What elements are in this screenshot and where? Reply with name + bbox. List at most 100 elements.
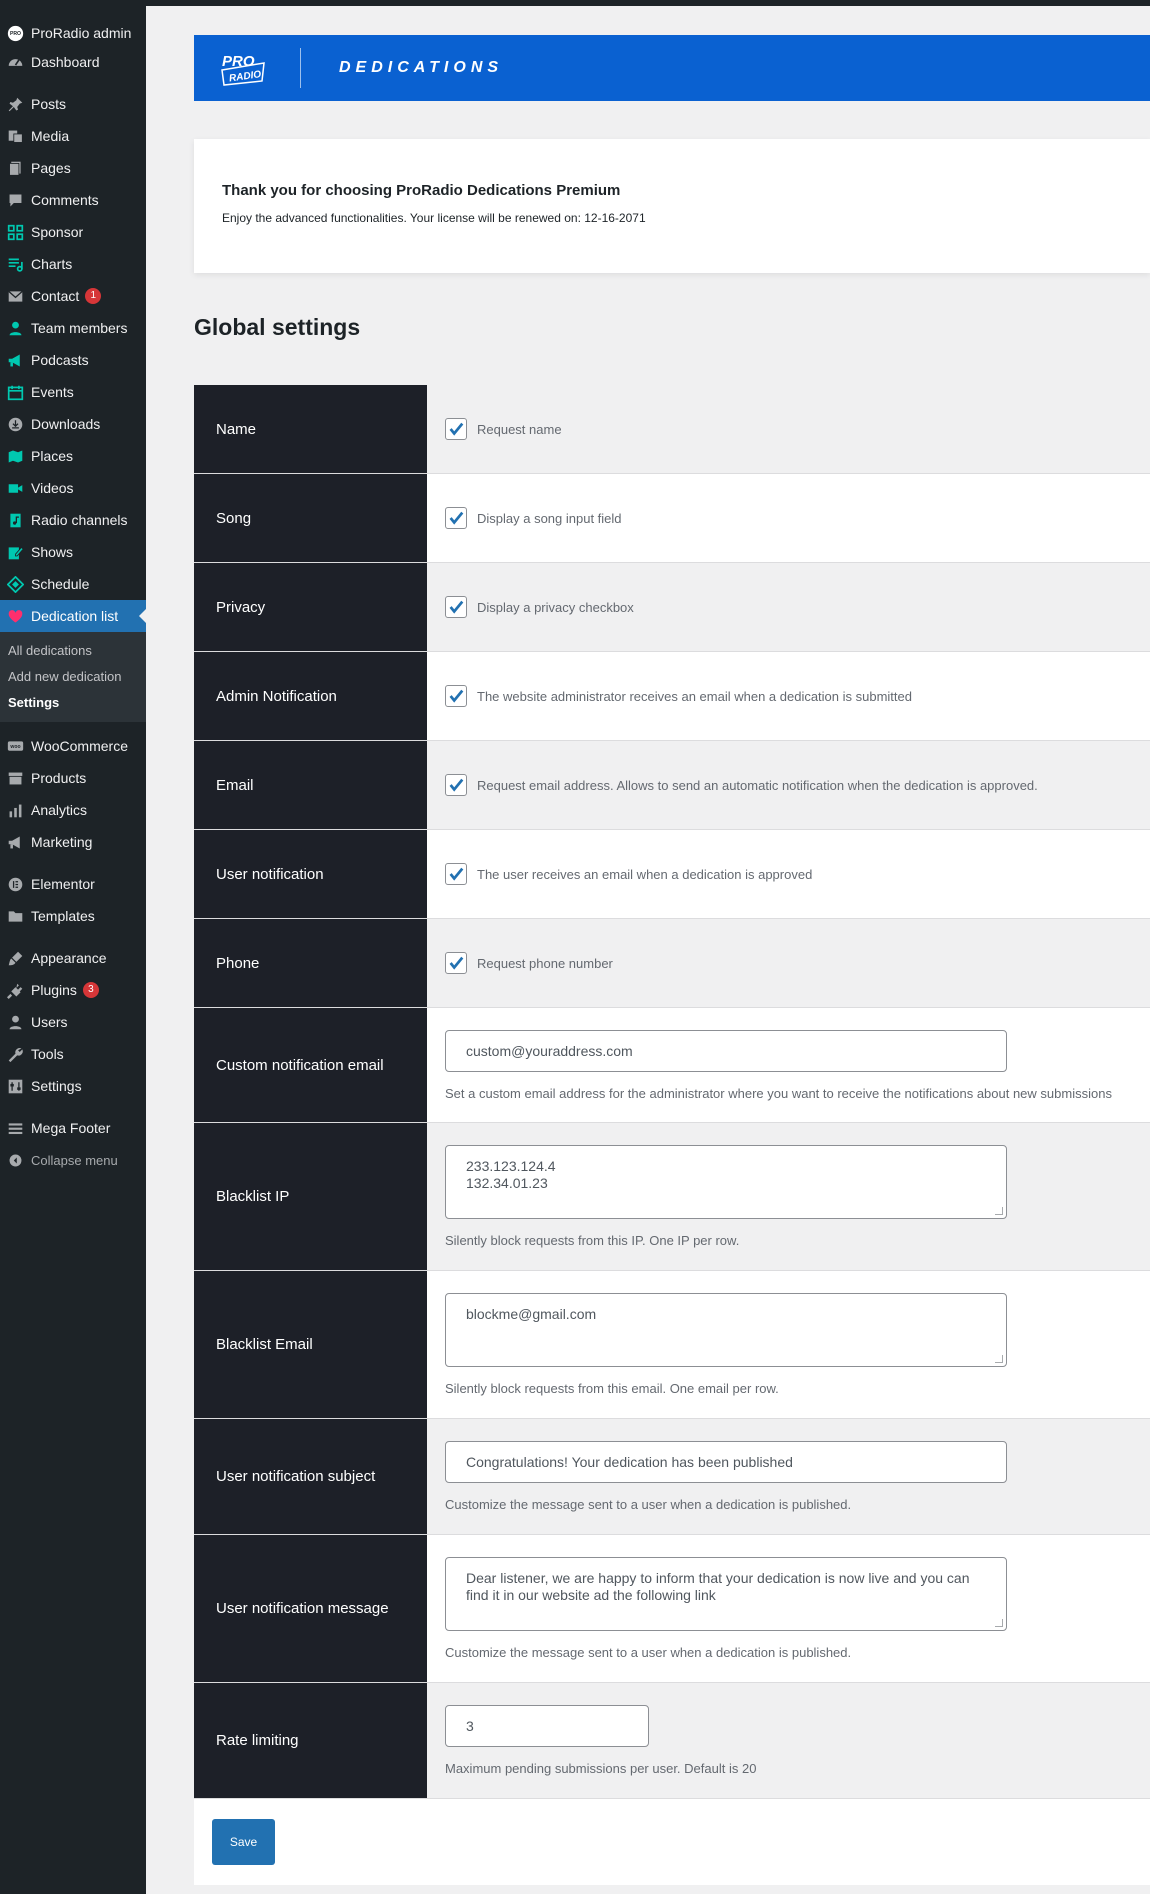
blacklist-email-textarea[interactable]: blockme@gmail.com [445, 1293, 1007, 1367]
sidebar-item-tools[interactable]: Tools [0, 1038, 146, 1070]
sidebar-item-label: Charts [31, 256, 73, 272]
email-checkbox[interactable] [445, 774, 467, 796]
megaphone-icon [6, 351, 24, 369]
map-icon [6, 447, 24, 465]
sidebar-item-label: Team members [31, 320, 128, 336]
collapse-menu-button[interactable]: Collapse menu [0, 1144, 146, 1176]
privacy-checkbox[interactable] [445, 596, 467, 618]
admin-notification-checkbox[interactable] [445, 685, 467, 707]
sidebar-item-label: Places [31, 448, 74, 464]
sidebar-item-plugins[interactable]: Plugins 3 [0, 974, 146, 1006]
sidebar-item-radio-channels[interactable]: Radio channels [0, 504, 146, 536]
setting-row-song: Song Display a song input field [194, 474, 1150, 563]
sidebar-item-posts[interactable]: Posts [0, 88, 146, 120]
sidebar-item-team-members[interactable]: Team members [0, 312, 146, 344]
sidebar-item-podcasts[interactable]: Podcasts [0, 344, 146, 376]
song-checkbox[interactable] [445, 507, 467, 529]
setting-label: Rate limiting [194, 1683, 427, 1798]
sidebar-item-sponsor[interactable]: Sponsor [0, 216, 146, 248]
setting-checkbox-label: The website administrator receives an em… [477, 688, 912, 704]
sidebar-item-elementor[interactable]: Elementor [0, 868, 146, 900]
sidebar-item-users[interactable]: Users [0, 1006, 146, 1038]
edit-icon [6, 543, 24, 561]
sidebar-item-dedication-list[interactable]: Dedication list [0, 600, 146, 632]
audio-icon [6, 511, 24, 529]
sidebar-item-label: Media [31, 128, 70, 144]
license-notice: Thank you for choosing ProRadio Dedicati… [194, 139, 1150, 273]
submenu-settings[interactable]: Settings [0, 690, 146, 716]
submenu-all-dedications[interactable]: All dedications [0, 638, 146, 664]
tag-icon [6, 575, 24, 593]
sidebar-item-marketing[interactable]: Marketing [0, 826, 146, 858]
notice-text: Enjoy the advanced functionalities. Your… [222, 211, 646, 225]
sidebar-item-events[interactable]: Events [0, 376, 146, 408]
setting-checkbox-label: Display a song input field [477, 510, 622, 526]
rate-limiting-input[interactable]: 3 [445, 1705, 649, 1747]
sidebar-item-media[interactable]: Media [0, 120, 146, 152]
sidebar-item-settings[interactable]: Settings [0, 1070, 146, 1102]
mail-icon [6, 287, 24, 305]
svg-text:woo: woo [9, 744, 20, 750]
sidebar-item-label: Sponsor [31, 224, 84, 240]
media-icon [6, 127, 24, 145]
sidebar-item-appearance[interactable]: Appearance [0, 942, 146, 974]
phone-checkbox[interactable] [445, 952, 467, 974]
download-icon [6, 415, 24, 433]
setting-label: User notification message [194, 1535, 427, 1682]
setting-row-email: Email Request email address. Allows to s… [194, 741, 1150, 830]
sidebar-item-label: Shows [31, 544, 74, 560]
user-notification-checkbox[interactable] [445, 863, 467, 885]
sidebar-item-label: Contact [31, 288, 80, 304]
sidebar-item-label: Dashboard [31, 54, 100, 70]
sidebar-item-label: Dedication list [31, 608, 119, 624]
notification-message-textarea[interactable]: Dear listener, we are happy to inform th… [445, 1557, 1007, 1631]
setting-description: Set a custom email address for the admin… [445, 1085, 1112, 1101]
sidebar-item-places[interactable]: Places [0, 440, 146, 472]
sidebar-item-woocommerce[interactable]: woo WooCommerce [0, 730, 146, 762]
setting-checkbox-label: Request name [477, 421, 562, 437]
sidebar-item-charts[interactable]: Charts [0, 248, 146, 280]
megaphone-icon [6, 833, 24, 851]
setting-label: Song [194, 474, 427, 562]
sidebar-item-pages[interactable]: Pages [0, 152, 146, 184]
setting-row-admin-notification: Admin Notification The website administr… [194, 652, 1150, 741]
playlist-icon [6, 255, 24, 273]
sidebar-item-dashboard[interactable]: Dashboard [0, 46, 146, 78]
sidebar-item-mega-footer[interactable]: Mega Footer [0, 1112, 146, 1144]
setting-label: Blacklist Email [194, 1271, 427, 1418]
save-button[interactable]: Save [212, 1819, 275, 1865]
sidebar-item-schedule[interactable]: Schedule [0, 568, 146, 600]
comments-icon [6, 191, 24, 209]
sidebar-item-shows[interactable]: Shows [0, 536, 146, 568]
site-name-link[interactable]: PRO ProRadio admin [0, 20, 146, 46]
setting-row-privacy: Privacy Display a privacy checkbox [194, 563, 1150, 652]
pin-icon [6, 95, 24, 113]
setting-row-blacklist-email: Blacklist Email blockme@gmail.com Silent… [194, 1271, 1150, 1419]
sidebar-item-label: Users [31, 1014, 68, 1030]
setting-label: Admin Notification [194, 652, 427, 740]
name-checkbox[interactable] [445, 418, 467, 440]
sidebar-item-templates[interactable]: Templates [0, 900, 146, 932]
collapse-menu-label: Collapse menu [31, 1152, 118, 1168]
video-icon [6, 479, 24, 497]
submenu-add-new-dedication[interactable]: Add new dedication [0, 664, 146, 690]
folder-icon [6, 907, 24, 925]
sidebar-item-contact[interactable]: Contact 1 [0, 280, 146, 312]
blacklist-ip-textarea[interactable]: 233.123.124.4 132.34.01.23 [445, 1145, 1007, 1219]
sidebar-item-label: Plugins [31, 982, 77, 998]
collapse-arrow-icon [6, 1151, 24, 1169]
sidebar-item-label: Events [31, 384, 74, 400]
dashboard-icon [6, 53, 24, 71]
bar-chart-icon [6, 801, 24, 819]
notification-subject-input[interactable]: Congratulations! Your dedication has bee… [445, 1441, 1007, 1483]
sidebar-item-label: Videos [31, 480, 74, 496]
custom-email-input[interactable]: custom@youraddress.com [445, 1029, 1007, 1072]
sidebar-item-analytics[interactable]: Analytics [0, 794, 146, 826]
sidebar-item-downloads[interactable]: Downloads [0, 408, 146, 440]
setting-label: User notification subject [194, 1419, 427, 1534]
setting-row-phone: Phone Request phone number [194, 919, 1150, 1008]
sidebar-item-products[interactable]: Products [0, 762, 146, 794]
sidebar-item-comments[interactable]: Comments [0, 184, 146, 216]
elementor-icon [6, 875, 24, 893]
sidebar-item-videos[interactable]: Videos [0, 472, 146, 504]
